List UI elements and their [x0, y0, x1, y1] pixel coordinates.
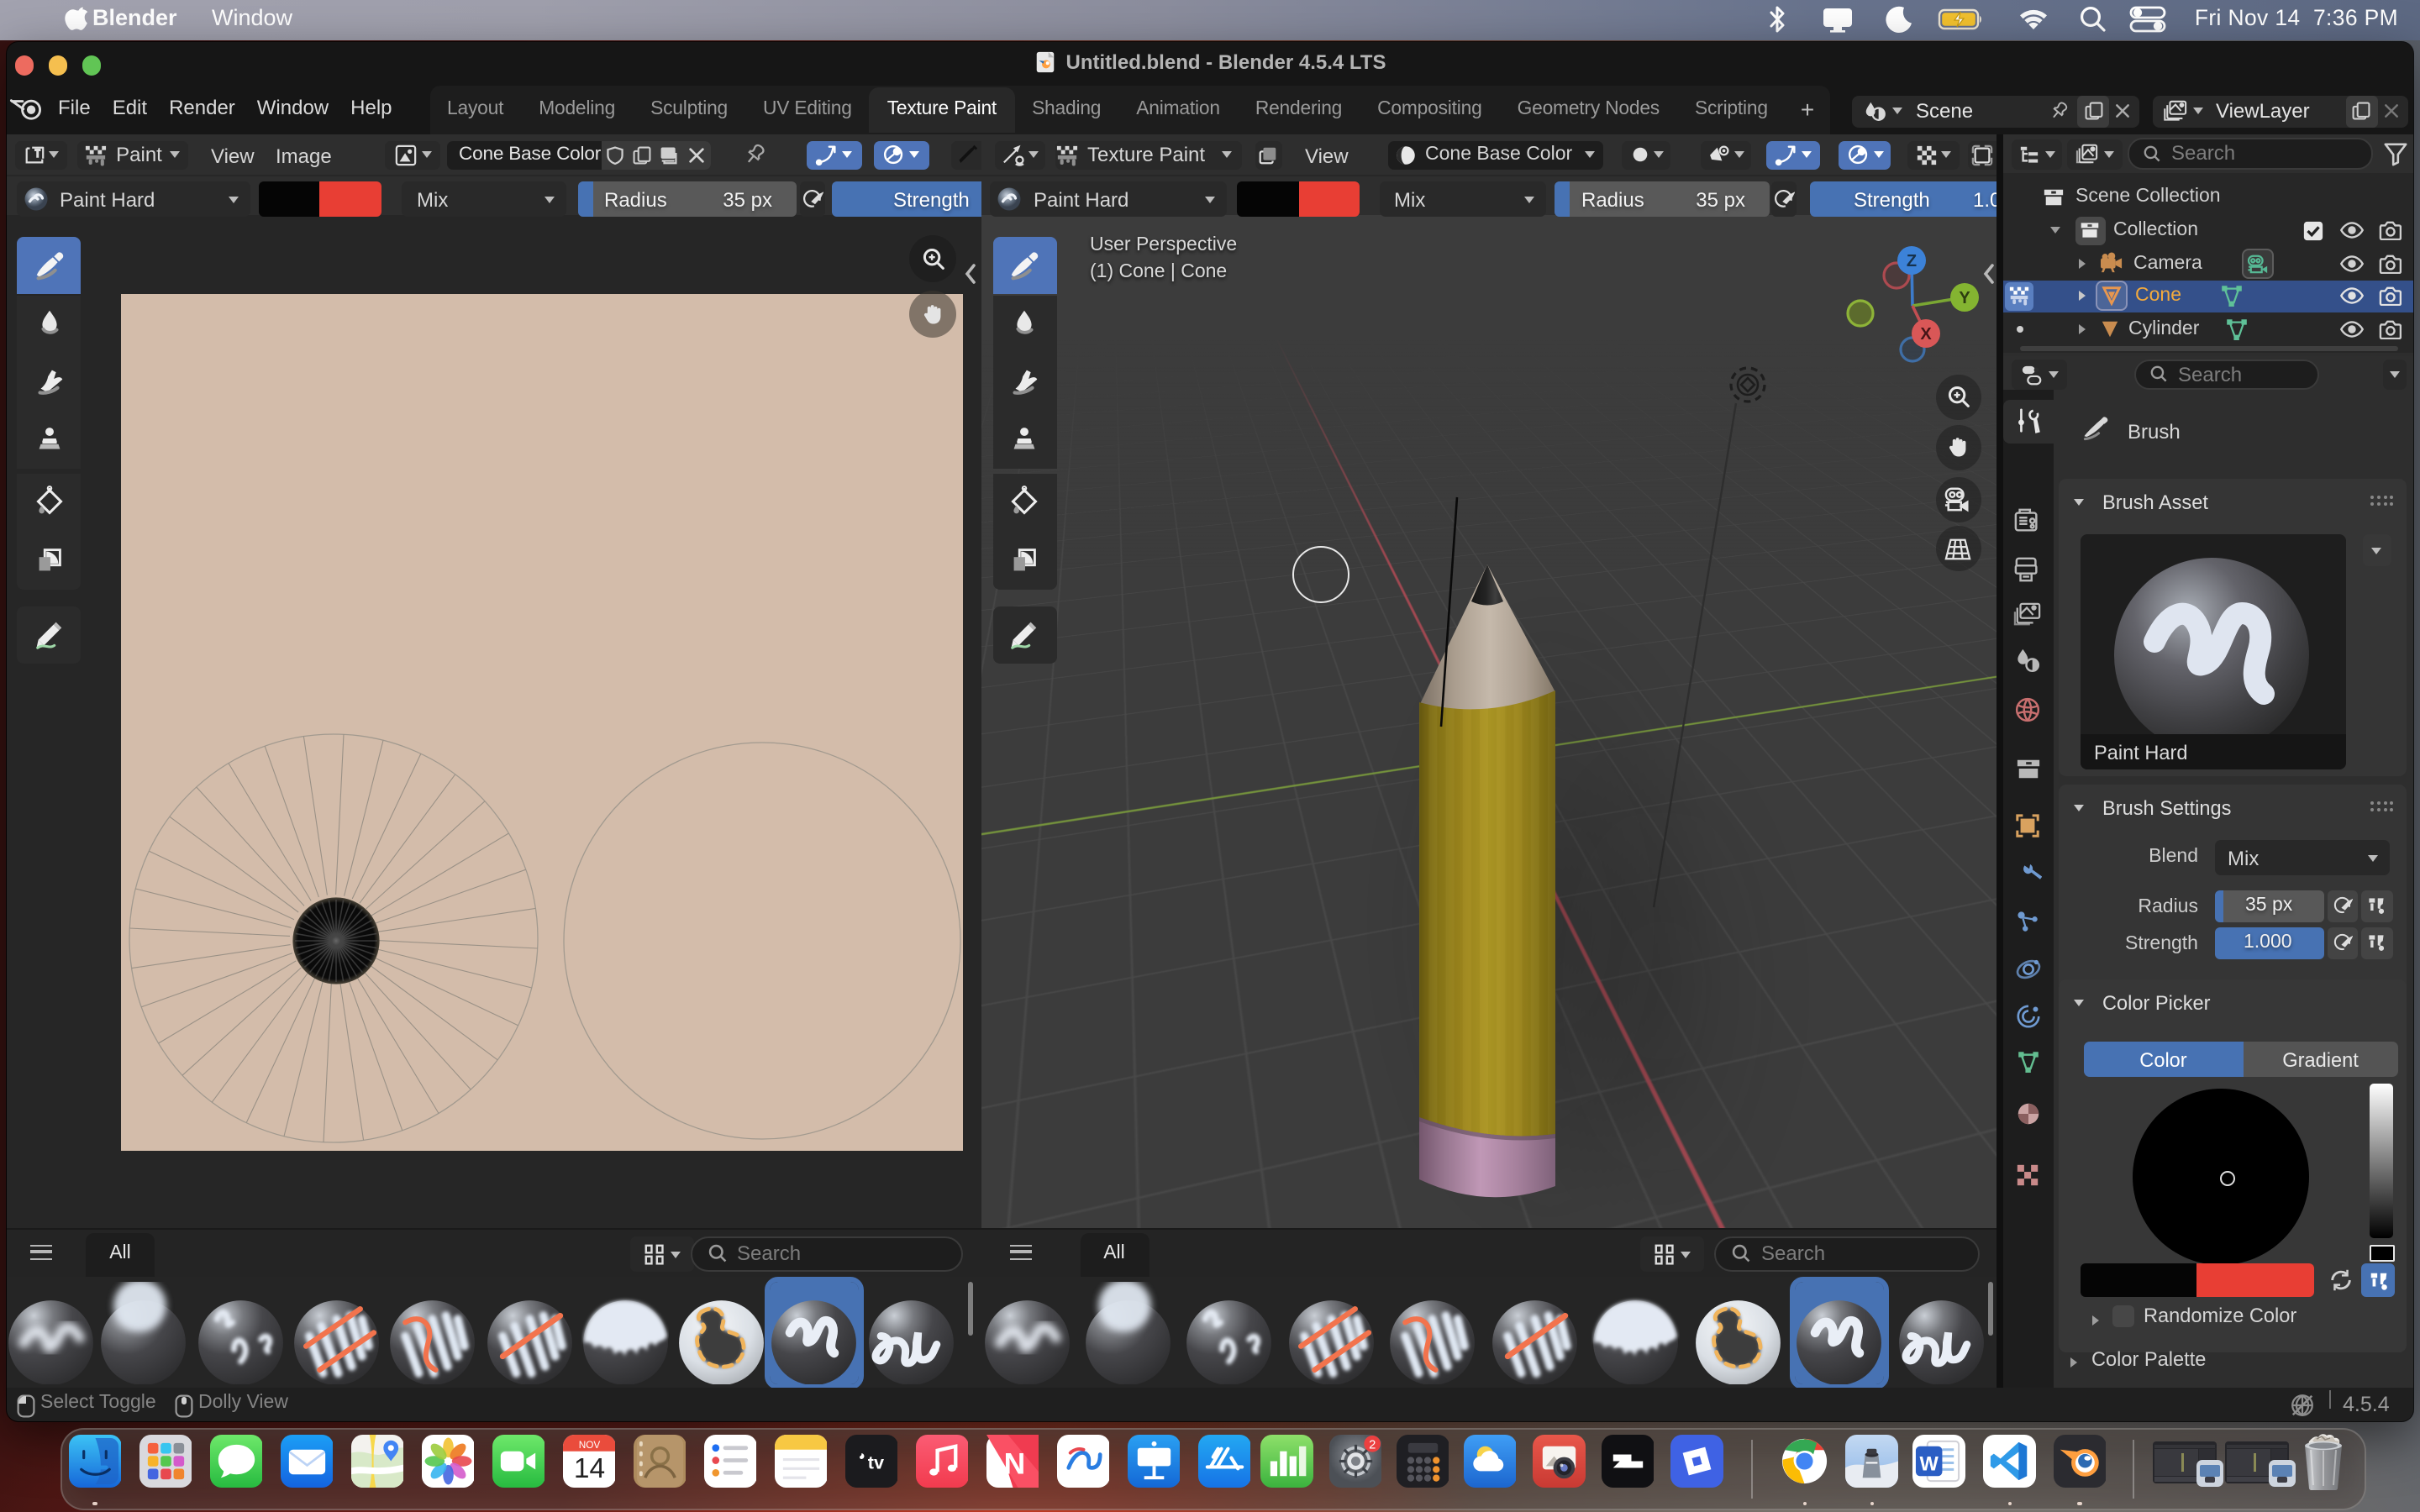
svg-text:X: X — [1919, 325, 1931, 344]
svg-text:Y: Y — [1958, 289, 1970, 307]
svg-text:14: 14 — [573, 1453, 604, 1484]
svg-text:W: W — [1920, 1453, 1939, 1475]
svg-text:Z: Z — [1906, 252, 1916, 270]
svg-text:N: N — [1003, 1446, 1025, 1480]
svg-text:NOV: NOV — [578, 1439, 600, 1451]
svg-text:tv: tv — [867, 1452, 883, 1473]
svg-text:2: 2 — [1369, 1439, 1376, 1452]
